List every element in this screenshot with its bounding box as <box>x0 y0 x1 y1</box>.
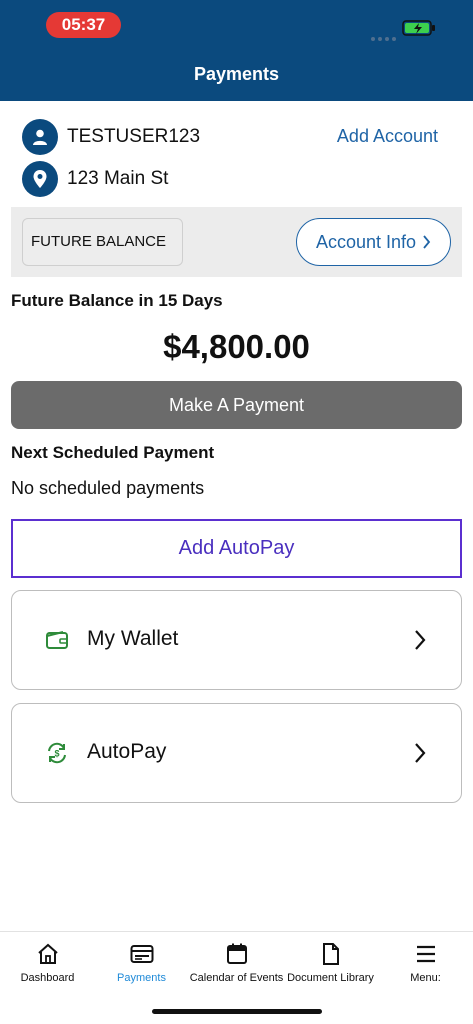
tab-label: Menu: <box>410 972 441 984</box>
tab-menu[interactable]: Menu: <box>378 932 473 992</box>
future-balance-tab[interactable]: FUTURE BALANCE <box>22 218 183 266</box>
account-info-label: Account Info <box>315 231 417 252</box>
account-address: 123 Main St <box>67 168 169 189</box>
status-time: 05:37 <box>46 12 121 38</box>
future-balance-heading: Future Balance in 15 Days <box>11 291 223 310</box>
add-autopay-button[interactable]: Add AutoPay <box>11 519 462 578</box>
home-indicator <box>152 1009 322 1014</box>
autopay-card[interactable]: $ AutoPay <box>11 703 462 803</box>
document-icon <box>322 943 339 965</box>
account-address-row: 123 Main St <box>22 161 168 197</box>
chevron-right-icon <box>415 743 426 763</box>
chevron-right-icon <box>423 235 431 249</box>
balance-amount: $4,800.00 <box>163 328 310 365</box>
tab-payments[interactable]: Payments <box>94 932 189 992</box>
payment-card-icon <box>130 945 153 963</box>
hamburger-menu-icon <box>416 945 435 963</box>
calendar-icon <box>226 943 247 964</box>
tab-dashboard[interactable]: Dashboard <box>0 932 95 992</box>
signal-icon <box>371 28 401 41</box>
account-username: TESTUSER123 <box>67 126 201 147</box>
user-icon <box>22 119 58 155</box>
wallet-icon <box>46 631 68 649</box>
account-user-row: TESTUSER123 <box>22 119 200 155</box>
app-header: 05:37 Payments <box>0 0 473 101</box>
autopay-label: AutoPay <box>87 740 167 763</box>
battery-charging-icon <box>402 20 435 36</box>
autopay-cycle-icon: $ <box>48 742 66 764</box>
tab-document-library[interactable]: Document Library <box>283 932 378 992</box>
next-scheduled-heading: Next Scheduled Payment <box>11 443 215 462</box>
my-wallet-card[interactable]: My Wallet <box>11 590 462 690</box>
tab-calendar-of-events[interactable]: Calendar of Events <box>189 932 284 992</box>
add-account-link[interactable]: Add Account <box>337 126 438 147</box>
home-icon <box>37 943 58 964</box>
my-wallet-label: My Wallet <box>87 627 179 650</box>
account-info-button[interactable]: Account Info <box>296 218 451 266</box>
tab-label: Dashboard <box>20 972 75 984</box>
balance-band: FUTURE BALANCE Account Info <box>11 207 462 277</box>
chevron-right-icon <box>415 630 426 650</box>
tab-label: Document Library <box>287 972 374 984</box>
scheduled-status-text: No scheduled payments <box>11 478 205 498</box>
svg-text:$: $ <box>54 749 59 759</box>
location-pin-icon <box>22 161 58 197</box>
tab-label: Payments <box>117 972 166 984</box>
tab-label: Calendar of Events <box>189 972 284 984</box>
page-title: Payments <box>193 64 280 84</box>
make-payment-button[interactable]: Make A Payment <box>11 381 462 429</box>
